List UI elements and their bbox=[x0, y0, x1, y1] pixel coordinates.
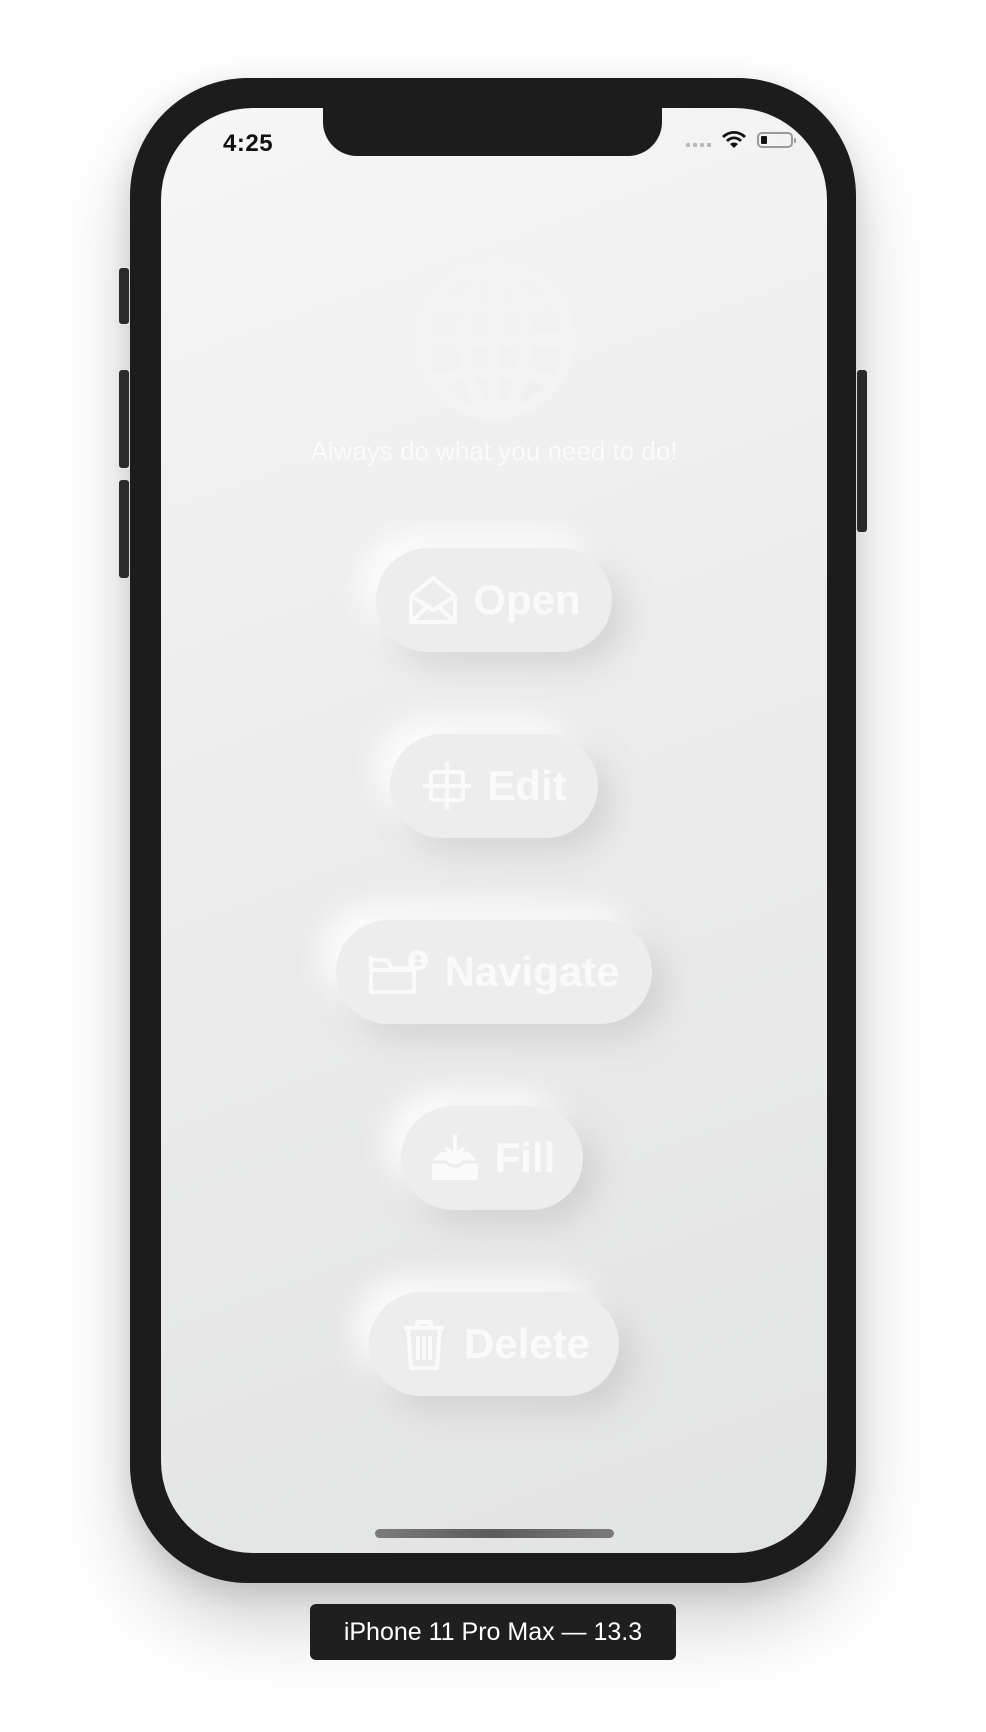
notch bbox=[323, 108, 662, 156]
volume-down-button bbox=[119, 480, 129, 578]
home-indicator[interactable] bbox=[375, 1529, 614, 1538]
status-time: 4:25 bbox=[223, 130, 274, 157]
open-button-label: Open bbox=[473, 576, 581, 623]
fill-button-label: Fill bbox=[494, 1134, 556, 1181]
envelope-open-icon bbox=[407, 574, 459, 626]
edit-button[interactable]: Edit bbox=[390, 734, 598, 838]
silent-switch bbox=[119, 268, 129, 324]
delete-button[interactable]: Delete bbox=[369, 1292, 619, 1396]
status-icons bbox=[686, 130, 796, 150]
trash-icon bbox=[398, 1318, 450, 1370]
folder-badge-icon bbox=[368, 946, 430, 998]
delete-button-label: Delete bbox=[463, 1320, 591, 1367]
wifi-icon bbox=[722, 131, 746, 148]
volume-up-button bbox=[119, 370, 129, 468]
navigate-button[interactable]: Navigate bbox=[336, 920, 652, 1024]
power-button bbox=[857, 370, 867, 532]
tray-download-icon bbox=[429, 1132, 481, 1184]
crop-icon bbox=[421, 760, 473, 812]
navigate-button-label: Navigate bbox=[444, 948, 620, 995]
cellular-signal-icon bbox=[686, 133, 711, 147]
fill-button[interactable]: Fill bbox=[401, 1106, 583, 1210]
edit-button-label: Edit bbox=[487, 762, 567, 809]
open-button[interactable]: Open bbox=[376, 548, 612, 652]
phone-screen: 4:25 Always do what you need to do! Open… bbox=[161, 108, 827, 1553]
globe-icon bbox=[415, 260, 575, 420]
battery-icon bbox=[757, 132, 796, 148]
tagline: Always do what you need to do! bbox=[310, 436, 678, 466]
simulator-device-label: iPhone 11 Pro Max — 13.3 bbox=[310, 1604, 676, 1660]
